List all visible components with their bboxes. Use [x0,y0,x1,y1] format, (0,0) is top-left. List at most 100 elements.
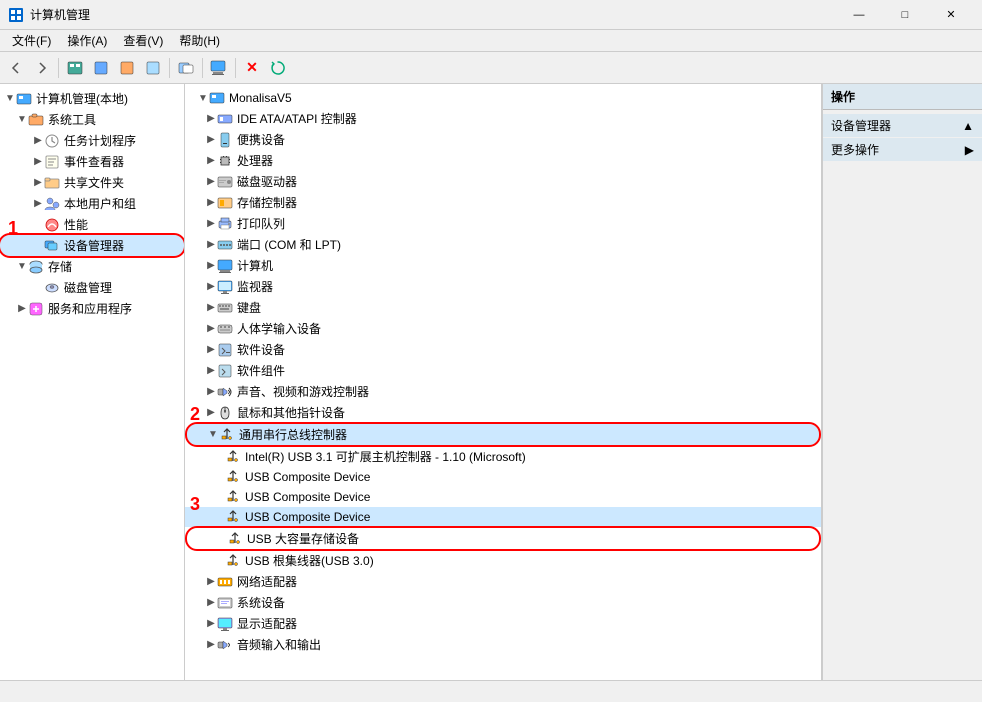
dev-audio-label: 声音、视频和游戏控制器 [237,383,369,400]
close-button[interactable]: ✕ [928,0,974,30]
tree-root-label: 计算机管理(本地) [36,90,128,107]
maximize-button[interactable]: □ [882,0,928,30]
dev-computer-label: 计算机 [237,257,273,274]
dev-audio-io[interactable]: ▶ 音频输入和输出 [185,634,821,655]
dev-hid-label: 人体学输入设备 [237,320,321,337]
toolbar-forward[interactable] [30,56,54,80]
dev-root-label: MonalisaV5 [229,91,292,105]
minimize-button[interactable]: — [836,0,882,30]
tree-performance-label: 性能 [64,216,88,233]
tree-disk-mgmt[interactable]: 磁盘管理 [0,277,184,298]
dev-computer[interactable]: ▶ 计算机 [185,255,821,276]
dev-root[interactable]: ▼ MonalisaV5 [185,88,821,108]
right-panel-more-arrow: ▶ [965,143,974,157]
toolbar-sep3 [202,58,203,78]
dev-intel-usb[interactable]: Intel(R) USB 3.1 可扩展主机控制器 - 1.10 (Micros… [185,446,821,467]
tree-arrow-root: ▼ [4,93,16,104]
dev-system[interactable]: ▶ 系统设备 [185,592,821,613]
toolbar-btn3[interactable] [115,56,139,80]
dev-audio[interactable]: ▶ 声音、视频和游戏控制器 [185,381,821,402]
dev-ports[interactable]: ▶ 端口 (COM 和 LPT) [185,234,821,255]
dev-swcomp-label: 软件组件 [237,362,285,379]
right-panel: 操作 设备管理器 ▲ 更多操作 ▶ [822,84,982,680]
tree-users-label: 本地用户和组 [64,195,136,212]
dev-intusb-label: Intel(R) USB 3.1 可扩展主机控制器 - 1.10 (Micros… [245,448,526,465]
dev-portable-label: 便携设备 [237,131,285,148]
dev-network[interactable]: ▶ 网络适配器 [185,571,821,592]
dev-usb-mass[interactable]: USB 大容量存储设备 [187,528,819,549]
right-panel-title: 操作 [823,84,982,110]
dev-display[interactable]: ▶ 显示适配器 [185,613,821,634]
toolbar-btn4[interactable] [141,56,165,80]
main-container: ▼ 计算机管理(本地) ▼ 系统工具 ▶ 任务计划程序 ▶ [0,84,982,680]
menu-help[interactable]: 帮助(H) [171,30,228,51]
dev-sw-component[interactable]: ▶ 软件组件 [185,360,821,381]
toolbar-btn5[interactable] [174,56,198,80]
toolbar: ✕ [0,52,982,84]
dev-hid[interactable]: ▶ 人体学输入设备 [185,318,821,339]
tree-system-tools[interactable]: ▼ 系统工具 [0,109,184,130]
tree-performance[interactable]: 性能 [0,214,184,235]
toolbar-sep4 [235,58,236,78]
right-panel-devmgr[interactable]: 设备管理器 ▲ [823,114,982,137]
tree-services[interactable]: ▶ 服务和应用程序 [0,298,184,319]
tree-root[interactable]: ▼ 计算机管理(本地) [0,88,184,109]
window-controls: — □ ✕ [836,0,974,30]
dev-monitor[interactable]: ▶ 监视器 [185,276,821,297]
menu-view[interactable]: 查看(V) [115,30,171,51]
dev-print-label: 打印队列 [237,215,285,232]
toolbar-btn1[interactable] [63,56,87,80]
toolbar-btn-delete[interactable]: ✕ [240,56,264,80]
dev-portable[interactable]: ▶ 便携设备 [185,129,821,150]
toolbar-btn2[interactable] [89,56,113,80]
tree-shared-label: 共享文件夹 [64,174,124,191]
right-panel-more[interactable]: 更多操作 ▶ [823,138,982,161]
dev-ide[interactable]: ▶ IDE ATA/ATAPI 控制器 [185,108,821,129]
toolbar-sep2 [169,58,170,78]
toolbar-btn-refresh[interactable] [266,56,290,80]
tree-storage[interactable]: ▼ 存储 [0,256,184,277]
dev-ports-label: 端口 (COM 和 LPT) [237,236,341,253]
dev-usb-comp2[interactable]: USB Composite Device [185,487,821,507]
dev-usbcomp2-label: USB Composite Device [245,490,370,504]
dev-storage-ctrl[interactable]: ▶ 存储控制器 [185,192,821,213]
menu-file[interactable]: 文件(F) [4,30,59,51]
tree-storage-label: 存储 [48,258,72,275]
tree-services-label: 服务和应用程序 [48,300,132,317]
dev-software[interactable]: ▶ 软件设备 [185,339,821,360]
dev-mouse[interactable]: ▶ 鼠标和其他指针设备 [185,402,821,423]
dev-usb-ctrl[interactable]: ▼ 通用串行总线控制器 [187,424,819,445]
dev-disk[interactable]: ▶ 磁盘驱动器 [185,171,821,192]
tree-device-manager[interactable]: 设备管理器 [0,235,184,256]
toolbar-sep1 [58,58,59,78]
dev-monitor-label: 监视器 [237,278,273,295]
tree-task-scheduler[interactable]: ▶ 任务计划程序 [0,130,184,151]
dev-keyboard[interactable]: ▶ 键盘 [185,297,821,318]
tree-event-viewer[interactable]: ▶ 事件查看器 [0,151,184,172]
dev-system-label: 系统设备 [237,594,285,611]
dev-usbcomp1-label: USB Composite Device [245,470,370,484]
tree-disk-label: 磁盘管理 [64,279,112,296]
right-panel-section: 设备管理器 ▲ 更多操作 ▶ [823,110,982,166]
menu-action[interactable]: 操作(A) [59,30,115,51]
title-bar: 计算机管理 — □ ✕ [0,0,982,30]
dev-print[interactable]: ▶ 打印队列 [185,213,821,234]
dev-usb-comp3[interactable]: USB Composite Device [185,507,821,527]
tree-shared-folders[interactable]: ▶ 共享文件夹 [0,172,184,193]
tree-local-users[interactable]: ▶ 本地用户和组 [0,193,184,214]
dev-network-label: 网络适配器 [237,573,297,590]
tree-event-label: 事件查看器 [64,153,124,170]
dev-usbmass-label: USB 大容量存储设备 [247,530,359,547]
toolbar-back[interactable] [4,56,28,80]
right-panel-devmgr-label: 设备管理器 [831,117,891,134]
dev-usb-comp1[interactable]: USB Composite Device [185,467,821,487]
tree-system-tools-label: 系统工具 [48,111,96,128]
window-title: 计算机管理 [30,6,836,23]
dev-usb-hub[interactable]: USB 根集线器(USB 3.0) [185,550,821,571]
right-panel-more-label: 更多操作 [831,141,879,158]
toolbar-btn-computer[interactable] [207,56,231,80]
tree-task-label: 任务计划程序 [64,132,136,149]
dev-disk-label: 磁盘驱动器 [237,173,297,190]
dev-processor[interactable]: ▶ 处理器 [185,150,821,171]
dev-audiio-label: 音频输入和输出 [237,636,321,653]
